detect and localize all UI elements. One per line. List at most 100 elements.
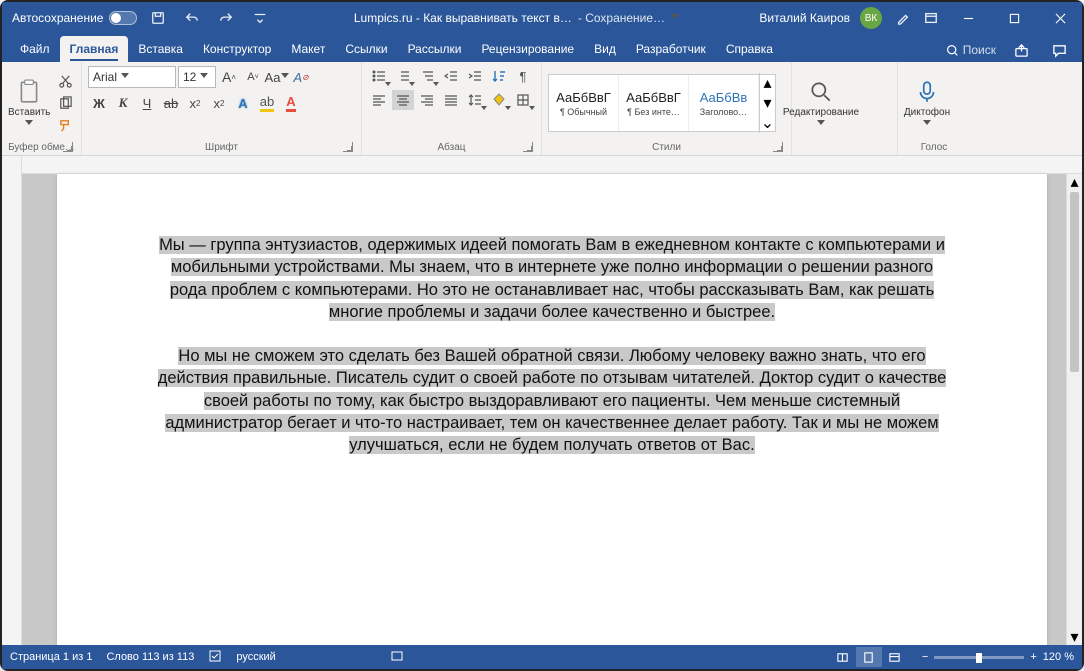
- search-box[interactable]: Поиск: [946, 43, 996, 57]
- share-icon[interactable]: [1008, 38, 1034, 62]
- line-spacing-icon[interactable]: [464, 90, 486, 110]
- font-name-combo[interactable]: Arial: [88, 66, 176, 88]
- language-indicator[interactable]: русский: [236, 651, 275, 663]
- scroll-thumb[interactable]: [1070, 192, 1079, 372]
- spellcheck-icon[interactable]: [208, 649, 222, 666]
- tab-references[interactable]: Ссылки: [335, 36, 397, 62]
- paragraph-1[interactable]: Мы — группа энтузиастов, одержимых идеей…: [155, 234, 949, 323]
- scroll-down-icon[interactable]: ▾: [1067, 629, 1082, 645]
- align-justify-icon[interactable]: [440, 90, 462, 110]
- page-indicator[interactable]: Страница 1 из 1: [10, 651, 92, 663]
- sort-icon[interactable]: [488, 66, 510, 86]
- zoom-out-button[interactable]: −: [922, 651, 928, 663]
- gallery-down-icon[interactable]: ▾: [760, 93, 775, 113]
- dictate-button[interactable]: Диктофон: [904, 71, 950, 135]
- chevron-down-icon[interactable]: [671, 14, 679, 22]
- format-painter-icon[interactable]: [54, 115, 76, 135]
- multilevel-icon[interactable]: [416, 66, 438, 86]
- redo-icon[interactable]: [213, 4, 239, 32]
- indent-dec-icon[interactable]: [440, 66, 462, 86]
- tab-design[interactable]: Конструктор: [193, 36, 281, 62]
- tab-file[interactable]: Файл: [10, 36, 60, 62]
- gallery-up-icon[interactable]: ▴: [760, 73, 775, 93]
- borders-icon[interactable]: [512, 90, 534, 110]
- change-case-icon[interactable]: Aa: [266, 66, 288, 88]
- minimize-button[interactable]: [946, 2, 990, 34]
- ribbon-display-icon[interactable]: [918, 4, 944, 32]
- font-size-combo[interactable]: 12: [178, 66, 216, 88]
- dialog-launcher[interactable]: [343, 142, 353, 152]
- dialog-launcher[interactable]: [63, 142, 73, 152]
- save-icon[interactable]: [145, 4, 171, 32]
- tab-view[interactable]: Вид: [584, 36, 626, 62]
- vertical-ruler[interactable]: [2, 156, 22, 645]
- group-label: Шрифт: [88, 140, 355, 155]
- shrink-font-icon[interactable]: A˅: [242, 66, 264, 88]
- copy-icon[interactable]: [54, 93, 76, 113]
- print-layout-icon[interactable]: [856, 647, 882, 667]
- tab-help[interactable]: Справка: [716, 36, 783, 62]
- style-normal[interactable]: АаБбВвГ¶ Обычный: [549, 75, 619, 131]
- paste-button[interactable]: Вставить: [8, 71, 50, 135]
- subscript-icon[interactable]: x2: [184, 92, 206, 114]
- group-paragraph: ¶ Абзац: [362, 62, 542, 155]
- cut-icon[interactable]: [54, 71, 76, 91]
- clear-format-icon[interactable]: A⊘: [290, 66, 312, 88]
- dialog-launcher[interactable]: [773, 142, 783, 152]
- underline-button[interactable]: Ч: [136, 92, 158, 114]
- tab-mailings[interactable]: Рассылки: [398, 36, 472, 62]
- zoom-slider[interactable]: [934, 656, 1024, 659]
- qat-customize-icon[interactable]: [247, 4, 273, 32]
- undo-icon[interactable]: [179, 4, 205, 32]
- document-title: Lumpics.ru - Как выравнивать текст в…: [354, 11, 572, 25]
- mic-icon: [914, 79, 940, 105]
- highlight-icon[interactable]: ab: [256, 92, 278, 114]
- read-mode-icon[interactable]: [830, 647, 856, 667]
- horizontal-ruler[interactable]: [22, 156, 1082, 174]
- editing-button[interactable]: Редактирование: [798, 71, 844, 135]
- style-heading1[interactable]: АаБбВвЗаголово…: [689, 75, 759, 131]
- maximize-button[interactable]: [992, 2, 1036, 34]
- word-count[interactable]: Слово 113 из 113: [106, 651, 194, 663]
- paragraph-2[interactable]: Но мы не сможем это сделать без Вашей об…: [155, 345, 949, 456]
- grow-font-icon[interactable]: A˄: [218, 66, 240, 88]
- ribbon: Вставить Буфер обме… Arial 12 A˄ A˅ Aa: [2, 62, 1082, 156]
- toggle-switch[interactable]: [109, 11, 137, 25]
- user-avatar[interactable]: ВК: [860, 7, 882, 29]
- autosave-toggle[interactable]: Автосохранение: [12, 11, 137, 25]
- align-center-icon[interactable]: [392, 90, 414, 110]
- accessibility-icon[interactable]: [390, 649, 404, 666]
- indent-inc-icon[interactable]: [464, 66, 486, 86]
- web-layout-icon[interactable]: [882, 647, 908, 667]
- tab-home[interactable]: Главная: [60, 36, 129, 62]
- italic-button[interactable]: К: [112, 92, 134, 114]
- align-left-icon[interactable]: [368, 90, 390, 110]
- page[interactable]: Мы — группа энтузиастов, одержимых идеей…: [57, 174, 1047, 645]
- numbering-icon[interactable]: [392, 66, 414, 86]
- shading-icon[interactable]: [488, 90, 510, 110]
- align-right-icon[interactable]: [416, 90, 438, 110]
- bullets-icon[interactable]: [368, 66, 390, 86]
- strike-button[interactable]: ab: [160, 92, 182, 114]
- tab-insert[interactable]: Вставка: [128, 36, 193, 62]
- tab-review[interactable]: Рецензирование: [471, 36, 584, 62]
- tab-developer[interactable]: Разработчик: [626, 36, 716, 62]
- zoom-level[interactable]: 120 %: [1043, 651, 1074, 663]
- zoom-in-button[interactable]: +: [1030, 651, 1036, 663]
- text-effects-icon[interactable]: A: [232, 92, 254, 114]
- pilcrow-icon[interactable]: ¶: [512, 66, 534, 86]
- vertical-scrollbar[interactable]: ▴ ▾: [1066, 174, 1082, 645]
- scroll-up-icon[interactable]: ▴: [1067, 174, 1082, 190]
- zoom-control: − + 120 %: [922, 651, 1074, 663]
- style-nospacing[interactable]: АаБбВвГ¶ Без инте…: [619, 75, 689, 131]
- pen-icon[interactable]: [890, 4, 916, 32]
- style-gallery[interactable]: АаБбВвГ¶ Обычный АаБбВвГ¶ Без инте… АаБб…: [548, 74, 776, 132]
- superscript-icon[interactable]: x2: [208, 92, 230, 114]
- comments-icon[interactable]: [1046, 38, 1072, 62]
- gallery-more-icon[interactable]: ⌄: [760, 113, 775, 133]
- dialog-launcher[interactable]: [523, 142, 533, 152]
- close-button[interactable]: [1038, 2, 1082, 34]
- font-color-icon[interactable]: A: [280, 92, 302, 114]
- bold-button[interactable]: Ж: [88, 92, 110, 114]
- tab-layout[interactable]: Макет: [281, 36, 335, 62]
